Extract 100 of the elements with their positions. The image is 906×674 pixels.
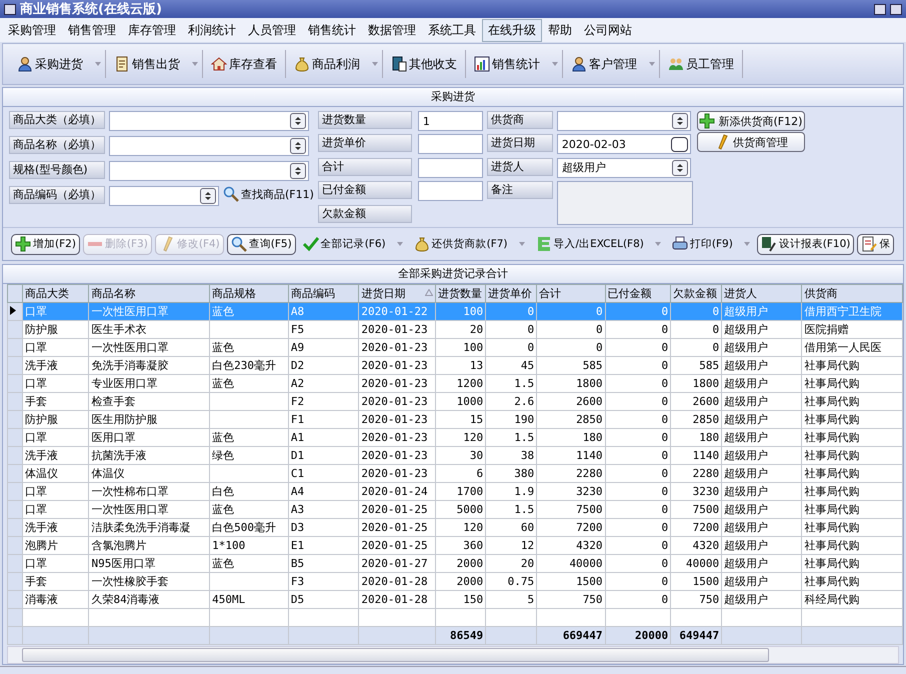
table-cell: 0	[670, 320, 722, 338]
table-cell: F5	[288, 320, 359, 338]
column-header[interactable]: 欠款金额	[670, 284, 722, 302]
field-value[interactable]: 超级用户	[562, 161, 672, 174]
table-cell: 4320	[670, 536, 722, 554]
menu-item[interactable]: 采购管理	[2, 18, 62, 42]
table-cell: 0	[605, 392, 671, 410]
table-cell: 2020-01-23	[358, 374, 436, 392]
field-label: 规格(型号颜色)	[9, 161, 105, 179]
menu-item[interactable]: 库存管理	[122, 18, 182, 42]
table-cell: 超级用户	[722, 428, 802, 446]
column-header[interactable]: 进货日期	[358, 284, 436, 302]
table-cell: 社事局代购	[802, 500, 902, 518]
table-cell: 洗手液	[22, 356, 89, 374]
table-cell: 2020-01-27	[358, 554, 436, 572]
table-cell: 38	[486, 446, 537, 464]
table-cell: 2020-01-23	[358, 338, 436, 356]
column-header[interactable]: 已付金额	[605, 284, 671, 302]
toolbar-button[interactable]: 员工管理	[660, 52, 742, 76]
action-button[interactable]: 全部记录(F6)	[298, 234, 390, 254]
table-cell: 社事局代购	[802, 446, 902, 464]
table-cell: 蓝色	[210, 428, 288, 446]
field-label: 进货日期	[486, 134, 553, 152]
column-header[interactable]: 进货单价	[486, 284, 537, 302]
table-cell: 一次性医用口罩	[88, 338, 210, 356]
column-header[interactable]: 进货数量	[436, 284, 486, 302]
table-cell: 检查手套	[88, 392, 210, 410]
table-cell: 0	[670, 302, 722, 320]
table-cell: 绿色	[210, 446, 288, 464]
column-header[interactable]: 合计	[536, 284, 606, 302]
table-cell: 口罩	[22, 428, 89, 446]
table-cell: 口罩	[22, 338, 89, 356]
toolbar-button[interactable]: 其他收支	[383, 52, 465, 76]
table-cell: 超级用户	[722, 572, 802, 590]
toolbar-button[interactable]: 商品利润	[286, 52, 368, 76]
table-cell: 2600	[536, 392, 606, 410]
table-cell: D3	[288, 518, 359, 536]
field-value[interactable]: 2020-02-03	[562, 138, 671, 151]
table-cell: 社事局代购	[802, 374, 902, 392]
table-cell: 抗菌洗手液	[88, 446, 210, 464]
menu-item[interactable]: 数据管理	[362, 18, 422, 42]
table-cell: 超级用户	[722, 374, 802, 392]
table-cell: 1140	[670, 446, 722, 464]
menu-item[interactable]: 帮助	[542, 18, 578, 42]
table-cell: 社事局代购	[802, 482, 902, 500]
table-cell: 专业医用口罩	[88, 374, 210, 392]
action-button[interactable]: 设计报表(F10)	[756, 234, 854, 254]
table-cell: F3	[288, 572, 359, 590]
table-cell: 防护服	[22, 320, 89, 338]
combo-box[interactable]: 超级用户	[556, 158, 691, 178]
action-button[interactable]: 打印(F9)	[668, 234, 737, 254]
table-cell: A3	[288, 500, 359, 518]
menu-item[interactable]: 在线升级	[482, 18, 542, 42]
table-cell: 0.75	[486, 572, 537, 590]
table-cell: 口罩	[22, 500, 89, 518]
menu-item[interactable]: 人员管理	[242, 18, 302, 42]
field-value[interactable]: 1	[422, 114, 482, 128]
table-cell: 2020-01-23	[358, 410, 436, 428]
table-cell: 5	[486, 590, 537, 608]
field-label: 商品编码（必填）	[9, 186, 105, 204]
menu-item[interactable]: 销售统计	[302, 18, 362, 42]
supplier-button[interactable]: 供货商管理	[696, 132, 805, 152]
toolbar-button[interactable]: 库存查看	[203, 52, 285, 76]
toolbar-button[interactable]: 销售出货	[106, 52, 188, 76]
table-cell: 2850	[536, 410, 606, 428]
column-header[interactable]: 商品大类	[22, 284, 89, 302]
menu-item[interactable]: 利润统计	[182, 18, 242, 42]
table-cell: 1500	[536, 572, 606, 590]
table-cell: F2	[288, 392, 359, 410]
toolbar-button[interactable]: 客户管理	[563, 52, 645, 76]
menu-item[interactable]: 销售管理	[62, 18, 122, 42]
table-cell: 585	[670, 356, 722, 374]
toolbar-button[interactable]: 销售统计	[466, 52, 548, 76]
action-button[interactable]: 保	[857, 234, 894, 254]
date-field[interactable]: 2020-02-03	[556, 134, 691, 154]
column-header[interactable]: 进货人	[722, 284, 802, 302]
supplier-button[interactable]: 新添供货商(F12)	[696, 111, 805, 131]
column-header[interactable]: 商品编码	[288, 284, 359, 302]
table-cell: 1800	[536, 374, 606, 392]
table-cell: 社事局代购	[802, 464, 902, 482]
toolbar-button[interactable]: 采购进货	[9, 52, 91, 76]
action-button[interactable]: 导入/出EXCEL(F8)	[532, 234, 648, 254]
table-cell: 洗手液	[22, 446, 89, 464]
action-button[interactable]: 增加(F2)	[11, 234, 80, 254]
menu-item[interactable]: 公司网站	[578, 18, 638, 42]
table-cell: 1.5	[486, 428, 537, 446]
column-header[interactable]: 商品规格	[210, 284, 288, 302]
table-cell: 150	[436, 590, 486, 608]
column-header[interactable]: 供货商	[802, 284, 902, 302]
table-cell: 手套	[22, 572, 89, 590]
menu-item[interactable]: 系统工具	[422, 18, 482, 42]
column-header[interactable]: 商品名称	[88, 284, 210, 302]
action-button[interactable]: 还供货商款(F7)	[410, 234, 512, 254]
table-cell: 0	[536, 338, 606, 356]
find-goods-link[interactable]: 查找商品(F11)	[223, 186, 314, 202]
action-button[interactable]: 查询(F5)	[226, 234, 296, 254]
input-field[interactable]: 1	[418, 111, 483, 131]
table-cell: F1	[288, 410, 359, 428]
table-cell: 体温仪	[22, 464, 89, 482]
table-cell: 2020-01-23	[358, 428, 436, 446]
